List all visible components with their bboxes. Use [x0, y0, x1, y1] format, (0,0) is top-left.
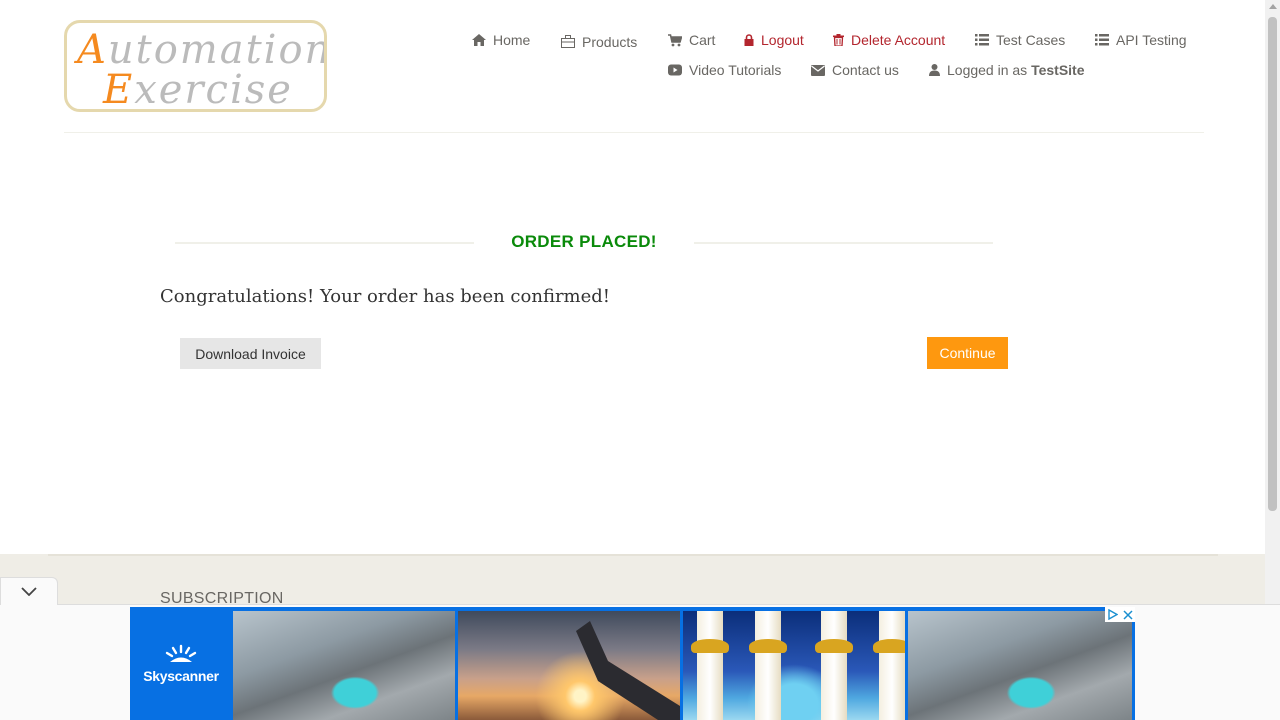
ad-image-mosque[interactable] [683, 611, 905, 720]
download-invoice-button[interactable]: Download Invoice [180, 338, 321, 369]
nav-test-cases-label: Test Cases [996, 32, 1066, 48]
list-icon [1095, 34, 1109, 46]
chevron-down-icon [21, 587, 37, 596]
nav-test-cases[interactable]: Test Cases [975, 32, 1065, 48]
logged-in-username: TestSite [1031, 62, 1085, 78]
logo-line-2: Exercise [103, 67, 293, 112]
nav-logout[interactable]: Logout [744, 32, 804, 48]
ad-choices-icon[interactable] [1105, 607, 1120, 622]
envelope-icon [811, 64, 825, 76]
cart-icon [668, 33, 682, 46]
order-placed-title: ORDER PLACED! [511, 232, 657, 251]
youtube-play-icon [668, 64, 682, 76]
ad-image-city-2[interactable] [908, 611, 1132, 720]
nav-contact-us-label: Contact us [832, 62, 899, 78]
pillar-shape [873, 611, 905, 720]
logged-in-label: Logged in as TestSite [947, 62, 1085, 78]
nav-api-testing-label: API Testing [1116, 32, 1187, 48]
nav-products-label: Products [582, 34, 638, 50]
airplane-wing-icon [576, 621, 680, 720]
nav-products[interactable]: Products [561, 32, 637, 50]
nav-home[interactable]: Home [472, 32, 530, 48]
ad-image-airplane[interactable] [458, 611, 680, 720]
sunrise-icon [165, 644, 197, 662]
nav-video-tutorials-label: Video Tutorials [689, 62, 782, 78]
list-icon [975, 34, 989, 46]
ad-collapse-toggle[interactable] [0, 577, 58, 605]
title-rule-right [694, 242, 993, 244]
site-logo[interactable]: Automation Exercise [64, 20, 327, 112]
header-divider [64, 132, 1204, 133]
scrollbar-thumb[interactable] [1268, 17, 1277, 511]
pillar-shape [815, 611, 853, 720]
ad-close-icon[interactable] [1120, 607, 1135, 622]
user-icon [929, 64, 940, 76]
nav-home-label: Home [493, 32, 531, 48]
nav-cart-label: Cart [689, 32, 716, 48]
ad-image-city[interactable] [233, 611, 455, 720]
nav-video-tutorials[interactable]: Video Tutorials [668, 62, 781, 78]
pillar-shape [691, 611, 729, 720]
nav-logout-label: Logout [761, 32, 804, 48]
logged-in-status: Logged in as TestSite [929, 62, 1085, 78]
title-rule-left [175, 242, 474, 244]
home-icon [472, 34, 486, 46]
order-confirmation-message: Congratulations! Your order has been con… [160, 286, 611, 307]
nav-api-testing[interactable]: API Testing [1095, 32, 1187, 48]
ad-brand-logo[interactable]: Skyscanner [130, 607, 232, 720]
nav-cart[interactable]: Cart [668, 32, 715, 48]
continue-button[interactable]: Continue [927, 337, 1008, 369]
nav-delete-account-label: Delete Account [851, 32, 946, 48]
nav-contact-us[interactable]: Contact us [811, 62, 899, 78]
ad-brand-name: Skyscanner [143, 667, 219, 684]
ad-choices[interactable] [1105, 607, 1135, 622]
products-icon [561, 34, 575, 48]
pillar-shape [749, 611, 787, 720]
trash-icon [833, 34, 844, 46]
scroll-up-arrow-icon[interactable] [1268, 4, 1277, 9]
nav-delete-account[interactable]: Delete Account [833, 32, 945, 48]
lock-icon [744, 34, 754, 46]
footer-divider [48, 554, 1218, 556]
ad-banner[interactable]: Skyscanner [130, 607, 1135, 720]
